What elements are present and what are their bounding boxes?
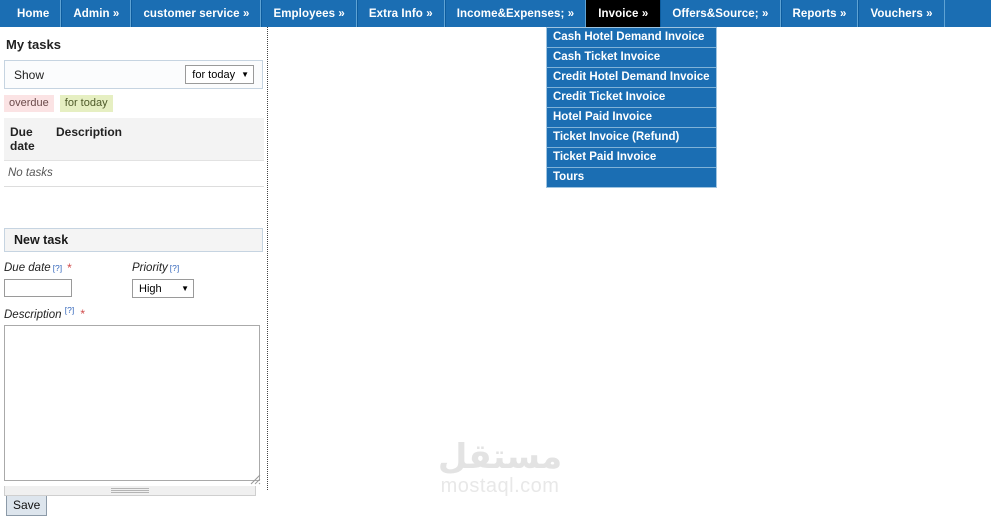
nav-item-reports[interactable]: Reports » <box>780 0 859 27</box>
required-marker-description: * <box>80 306 86 321</box>
watermark: مستقل mostaql.com <box>430 440 570 498</box>
chevron-down-icon: ▼ <box>181 284 189 293</box>
nav-item-offers-source[interactable]: Offers&Source; » <box>660 0 781 27</box>
nav-item-home[interactable]: Home <box>6 0 62 27</box>
description-label: Description [?] * <box>4 303 263 322</box>
nav-item-employees[interactable]: Employees » <box>261 0 357 27</box>
page-title: My tasks <box>6 37 61 52</box>
main-navigation-bar: Home Admin » customer service » Employee… <box>0 0 991 27</box>
show-filter-select[interactable]: for today ▼ <box>185 65 254 84</box>
save-button[interactable]: Save <box>6 494 48 516</box>
tasks-table: Due date Description No tasks <box>4 118 264 187</box>
nav-item-extra-info[interactable]: Extra Info » <box>356 0 445 27</box>
task-status-legend: overdue for today <box>0 89 267 117</box>
dropdown-item-ticket-invoice-refund[interactable]: Ticket Invoice (Refund) <box>547 128 716 148</box>
status-badge-for-today: for today <box>59 95 113 112</box>
grip-lines-icon <box>111 487 149 494</box>
nav-filler <box>945 0 991 27</box>
nav-item-customer-service[interactable]: customer service » <box>131 0 262 27</box>
nav-item-income-expenses[interactable]: Income&Expenses; » <box>444 0 587 27</box>
new-task-section-header: New task <box>4 228 263 252</box>
dropdown-item-cash-hotel-demand-invoice[interactable]: Cash Hotel Demand Invoice <box>547 28 716 48</box>
dropdown-item-cash-ticket-invoice[interactable]: Cash Ticket Invoice <box>547 48 716 68</box>
priority-value: High <box>139 282 162 295</box>
help-icon-description[interactable]: [?] <box>65 305 74 315</box>
table-header-row: Due date Description <box>4 118 264 161</box>
dropdown-item-tours[interactable]: Tours <box>547 168 716 187</box>
my-tasks-panel: My tasks Show for today ▼ overdue for to… <box>0 27 268 516</box>
due-date-label-text: Due date <box>4 262 51 274</box>
dropdown-item-hotel-paid-invoice[interactable]: Hotel Paid Invoice <box>547 108 716 128</box>
tasks-table-head: Due date Description <box>4 118 264 161</box>
help-icon-priority[interactable]: [?] <box>170 261 179 275</box>
priority-field-group: Priority [?] High ▼ <box>132 258 194 298</box>
column-header-due-date: Due date <box>4 118 50 161</box>
nav-item-admin[interactable]: Admin » <box>61 0 132 27</box>
due-date-field-group: Due date [?] * <box>4 258 132 297</box>
empty-state-message: No tasks <box>4 160 264 187</box>
tasks-table-body: No tasks <box>4 160 264 187</box>
priority-label-text: Priority <box>132 262 168 274</box>
dropdown-item-ticket-paid-invoice[interactable]: Ticket Paid Invoice <box>547 148 716 168</box>
required-marker-due-date: * <box>67 261 72 275</box>
show-filter-row: Show for today ▼ <box>4 60 263 89</box>
priority-select[interactable]: High ▼ <box>132 279 194 298</box>
dropdown-item-credit-hotel-demand-invoice[interactable]: Credit Hotel Demand Invoice <box>547 68 716 88</box>
due-date-priority-row: Due date [?] * Priority [?] High ▼ <box>4 258 263 298</box>
priority-label: Priority [?] <box>132 261 179 275</box>
show-filter-value: for today <box>192 68 236 81</box>
dropdown-item-credit-ticket-invoice[interactable]: Credit Ticket Invoice <box>547 88 716 108</box>
show-filter-label: Show <box>14 67 45 82</box>
new-task-form: Due date [?] * Priority [?] High ▼ Descr… <box>0 252 267 516</box>
nav-item-vouchers[interactable]: Vouchers » <box>858 0 945 27</box>
status-badge-overdue: overdue <box>4 95 54 112</box>
watermark-latin-text: mostaql.com <box>440 475 560 497</box>
column-header-description: Description <box>50 118 264 161</box>
chevron-down-icon: ▼ <box>241 70 249 79</box>
nav-item-invoice[interactable]: Invoice » <box>586 0 661 27</box>
help-icon-due-date[interactable]: [?] <box>53 261 62 275</box>
table-row-empty: No tasks <box>4 160 264 187</box>
textarea-resize-bar[interactable] <box>4 485 256 496</box>
description-textarea[interactable] <box>4 324 260 481</box>
description-label-text: Description <box>4 308 62 321</box>
due-date-label: Due date [?] * <box>4 261 72 275</box>
watermark-arabic-text: مستقل <box>437 437 563 477</box>
invoice-dropdown-menu: Cash Hotel Demand Invoice Cash Ticket In… <box>546 27 717 188</box>
due-date-input[interactable] <box>4 279 72 297</box>
